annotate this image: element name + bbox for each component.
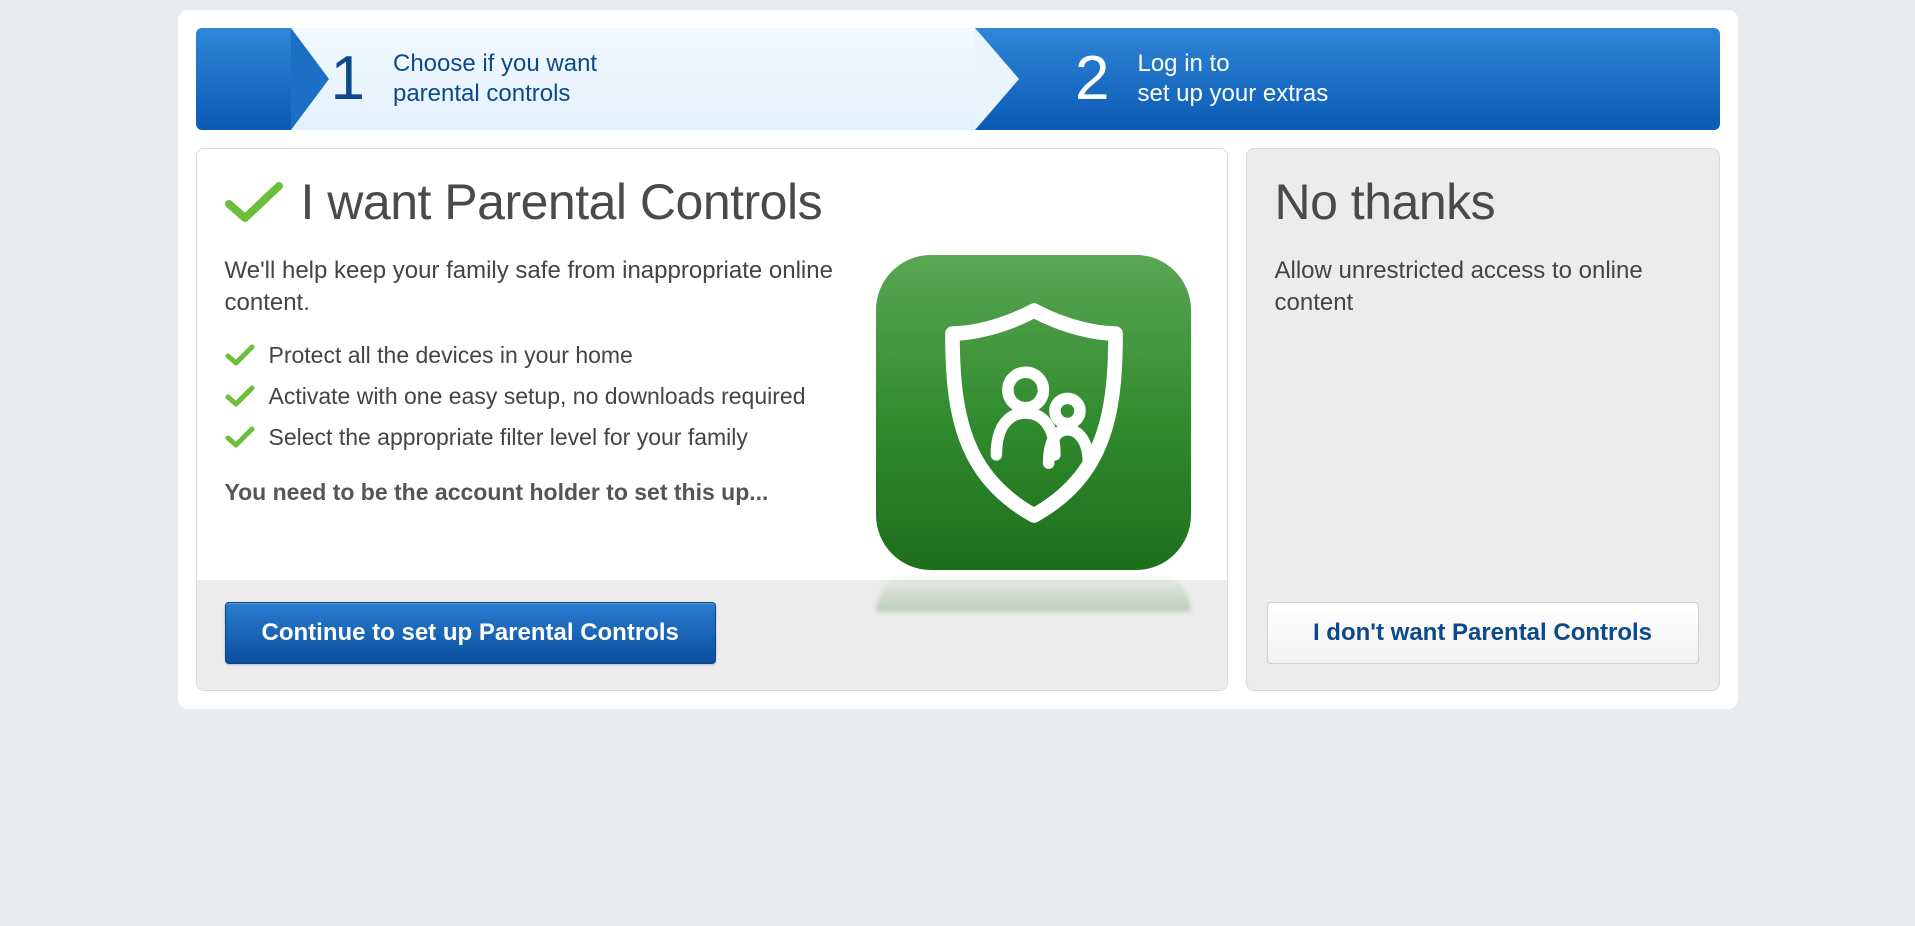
step-2-number: 2 <box>1075 48 1109 110</box>
no-thanks-lead: Allow unrestricted access to online cont… <box>1275 255 1691 320</box>
step-2: 2 Log in to set up your extras <box>975 28 1720 130</box>
want-title: I want Parental Controls <box>301 173 823 231</box>
step-bar: 1 Choose if you want parental controls 2… <box>196 28 1720 130</box>
step-2-text: Log in to set up your extras <box>1137 49 1328 109</box>
checkmark-icon <box>225 343 255 367</box>
step-1-text: Choose if you want parental controls <box>393 49 597 109</box>
no-thanks-title: No thanks <box>1275 173 1691 231</box>
chevron-right-icon <box>975 28 1019 130</box>
account-holder-note: You need to be the account holder to set… <box>225 479 839 506</box>
shield-family-icon <box>876 255 1191 570</box>
want-parental-controls-card: I want Parental Controls We'll help keep… <box>196 148 1228 691</box>
want-lead: We'll help keep your family safe from in… <box>225 255 839 320</box>
benefits-list: Protect all the devices in your home Act… <box>225 342 839 451</box>
checkmark-icon <box>225 425 255 449</box>
options-row: I want Parental Controls We'll help keep… <box>196 148 1720 691</box>
list-item: Activate with one easy setup, no downloa… <box>225 383 839 410</box>
dont-want-button[interactable]: I don't want Parental Controls <box>1267 602 1699 664</box>
shield-graphic <box>869 255 1199 570</box>
no-thanks-card: No thanks Allow unrestricted access to o… <box>1246 148 1720 691</box>
list-item: Protect all the devices in your home <box>225 342 839 369</box>
step-1: 1 Choose if you want parental controls <box>196 28 976 130</box>
list-item: Select the appropriate filter level for … <box>225 424 839 451</box>
checkmark-icon <box>225 180 283 224</box>
checkmark-icon <box>225 384 255 408</box>
continue-setup-button[interactable]: Continue to set up Parental Controls <box>225 602 716 664</box>
page-card: 1 Choose if you want parental controls 2… <box>178 10 1738 709</box>
step-1-number: 1 <box>331 48 365 110</box>
